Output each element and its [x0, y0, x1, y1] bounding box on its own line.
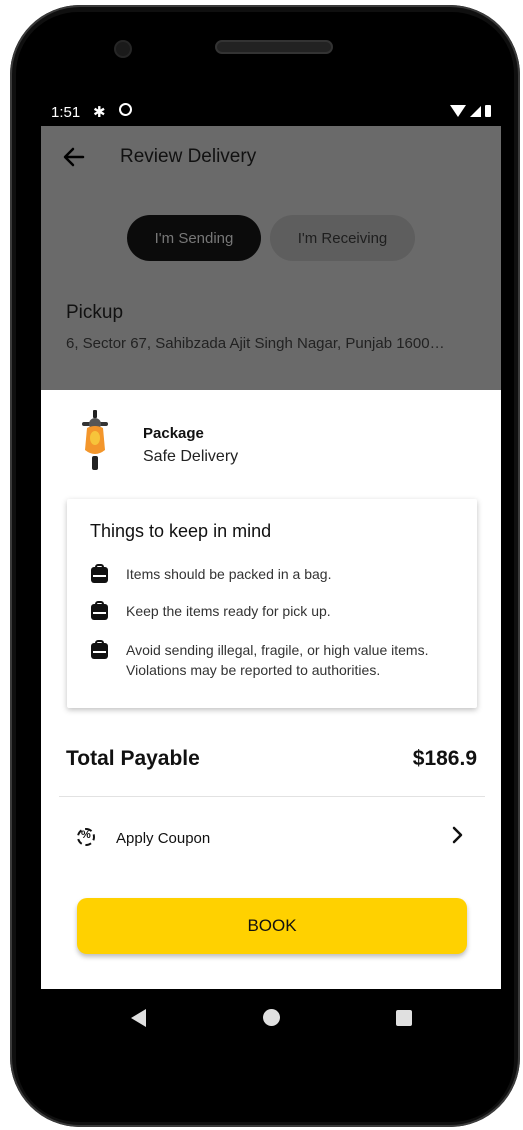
- pickup-label: Pickup: [66, 302, 124, 323]
- status-bar: 1:51 ✱: [41, 98, 501, 126]
- gear-icon: ✱: [93, 104, 106, 121]
- tab-im-sending[interactable]: I'm Sending: [127, 215, 261, 261]
- bag-icon: [90, 601, 109, 620]
- page-title: Review Delivery: [120, 146, 257, 167]
- tip-item: Items should be packed in a bag.: [90, 564, 331, 584]
- total-payable-label: Total Payable: [66, 747, 200, 770]
- package-subtitle: Safe Delivery: [143, 448, 239, 465]
- pickup-address[interactable]: 6, Sector 67, Sahibzada Ajit Singh Nagar…: [66, 335, 486, 352]
- back-arrow-icon[interactable]: [61, 144, 87, 170]
- nav-back-icon[interactable]: [131, 1009, 146, 1027]
- tip-text: Items should be packed in a bag.: [126, 566, 332, 582]
- signal-icon: [470, 105, 481, 117]
- book-button[interactable]: BOOK: [77, 898, 467, 954]
- package-title: Package: [143, 425, 204, 442]
- tip-item: Keep the items ready for pick up.: [90, 601, 331, 621]
- nav-home-icon[interactable]: [263, 1009, 280, 1026]
- scooter-icon: [81, 410, 109, 477]
- tab-im-receiving[interactable]: I'm Receiving: [270, 215, 415, 261]
- percent-glyph: %: [81, 829, 91, 841]
- tips-card: Things to keep in mind Items should be p…: [67, 499, 477, 708]
- total-payable-value: $186.9: [412, 747, 477, 770]
- battery-icon: [485, 105, 491, 117]
- apply-coupon-label: Apply Coupon: [116, 830, 211, 847]
- wifi-icon: [450, 105, 466, 117]
- tip-text: Keep the items ready for pick up.: [126, 603, 331, 619]
- review-header: Review Delivery I'm Sending I'm Receivin…: [41, 126, 501, 390]
- status-indicators: [450, 105, 491, 117]
- front-camera: [116, 42, 130, 56]
- sync-icon: [119, 103, 132, 116]
- bag-icon: [90, 640, 109, 659]
- bag-icon: [90, 564, 109, 583]
- system-nav-bar: [41, 989, 501, 1047]
- tip-text: Avoid sending illegal, fragile, or high …: [126, 642, 429, 678]
- tips-title: Things to keep in mind: [90, 521, 272, 541]
- earpiece-speaker: [215, 40, 333, 54]
- screen: 1:51 ✱ Review Delivery I'm Sending I'm R…: [41, 98, 501, 989]
- status-time: 1:51: [51, 104, 81, 121]
- divider: [59, 796, 485, 797]
- bottom-sheet: Package Safe Delivery Things to keep in …: [41, 390, 501, 989]
- tip-item: Avoid sending illegal, fragile, or high …: [90, 640, 450, 680]
- apply-coupon-row[interactable]: % Apply Coupon: [59, 820, 485, 860]
- nav-recents-icon[interactable]: [396, 1010, 412, 1026]
- chevron-right-icon: [451, 825, 465, 851]
